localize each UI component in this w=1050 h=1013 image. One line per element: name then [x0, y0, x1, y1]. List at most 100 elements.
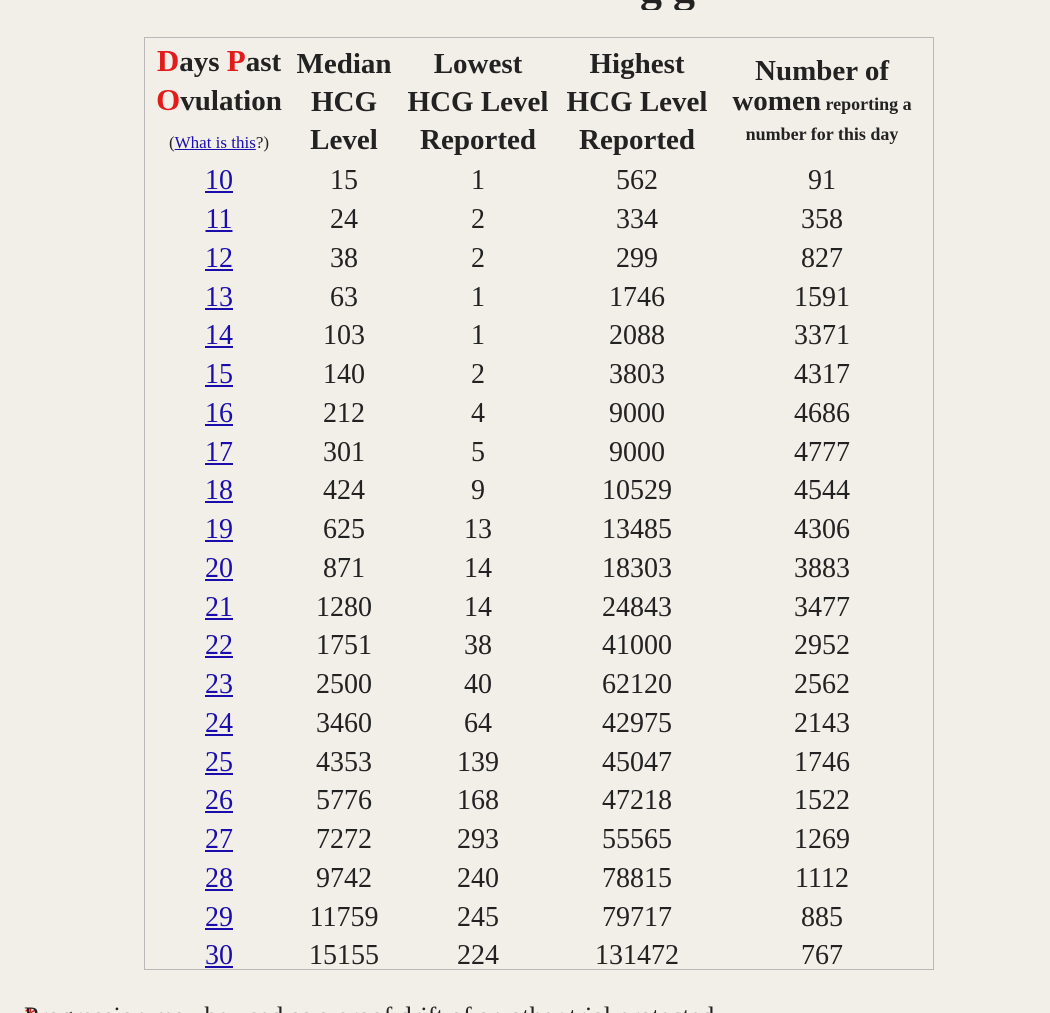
highest-cell: 79717: [602, 901, 672, 933]
median-cell: 1280: [316, 591, 372, 623]
day-cell: 29: [149, 898, 289, 937]
table-row: 26 5776 168 47218 1522: [149, 782, 927, 821]
median-cell: 24: [330, 204, 358, 236]
table-row: 20 871 14 18303 3883: [149, 550, 927, 589]
women-count-cell: 885: [801, 901, 843, 933]
what-is-this-link[interactable]: What is this: [175, 133, 256, 152]
table-row: 29 11759 245 79717 885: [149, 898, 927, 937]
day-link[interactable]: 28: [205, 863, 233, 894]
day-link[interactable]: 30: [205, 940, 233, 971]
women-count-cell: 3371: [794, 320, 850, 352]
table-row: 22 1751 38 41000 2952: [149, 627, 927, 666]
median-cell: 625: [323, 514, 365, 546]
median-cell: 7272: [316, 824, 372, 856]
day-link[interactable]: 18: [205, 475, 233, 506]
day-cell: 11: [149, 201, 289, 240]
women-count-cell: 2952: [794, 630, 850, 662]
day-link[interactable]: 25: [205, 747, 233, 778]
table-row: 27 7272 293 55565 1269: [149, 821, 927, 860]
median-cell: 15: [330, 165, 358, 197]
header-lowest-hcg-level: Lowest HCG Level Reported: [407, 48, 549, 156]
median-cell: 1751: [316, 630, 372, 662]
day-link[interactable]: 10: [205, 165, 233, 196]
day-cell: 30: [149, 937, 289, 976]
day-link[interactable]: 22: [205, 630, 233, 661]
header-days-past-ovulation: Days Past Ovulation (What is this?): [156, 43, 282, 152]
day-link[interactable]: 11: [206, 204, 233, 235]
day-cell: 19: [149, 511, 289, 550]
women-count-cell: 4317: [794, 359, 850, 391]
day-link[interactable]: 20: [205, 553, 233, 584]
day-link[interactable]: 29: [205, 902, 233, 933]
table-row: 19 625 13 13485 4306: [149, 511, 927, 550]
highest-cell: 9000: [609, 436, 665, 468]
day-cell: 23: [149, 666, 289, 705]
lowest-cell: 40: [464, 669, 492, 701]
day-cell: 27: [149, 821, 289, 860]
women-count-cell: 2562: [794, 669, 850, 701]
day-link[interactable]: 12: [205, 243, 233, 274]
lowest-cell: 1: [471, 165, 485, 197]
highest-cell: 24843: [602, 591, 672, 623]
median-cell: 3460: [316, 707, 372, 739]
day-link[interactable]: 13: [205, 282, 233, 313]
women-count-cell: 2143: [794, 707, 850, 739]
lowest-cell: 4: [471, 397, 485, 429]
lowest-cell: 139: [457, 746, 499, 778]
median-cell: 38: [330, 242, 358, 274]
women-count-cell: 1746: [794, 746, 850, 778]
table-row: 14 103 1 2088 3371: [149, 317, 927, 356]
day-link[interactable]: 14: [205, 320, 233, 351]
header-median-hcg-level: Median HCG Level: [296, 48, 392, 156]
day-link[interactable]: 24: [205, 708, 233, 739]
day-link[interactable]: 16: [205, 398, 233, 429]
highest-cell: 10529: [602, 475, 672, 507]
lowest-cell: 13: [464, 514, 492, 546]
hcg-table-container: Days Past Ovulation (What is this?) Medi…: [144, 37, 934, 971]
table-row: 12 38 2 299 827: [149, 240, 927, 279]
day-cell: 12: [149, 240, 289, 279]
table-row: 23 2500 40 62120 2562: [149, 666, 927, 705]
day-cell: 21: [149, 588, 289, 627]
highest-cell: 299: [616, 242, 658, 274]
table-row: 24 3460 64 42975 2143: [149, 705, 927, 744]
day-link[interactable]: 17: [205, 437, 233, 468]
day-cell: 10: [149, 162, 289, 201]
women-count-cell: 1112: [795, 862, 849, 894]
women-count-cell: 827: [801, 242, 843, 274]
day-link[interactable]: 15: [205, 359, 233, 390]
day-link[interactable]: 21: [205, 592, 233, 623]
table-row: 11 24 2 334 358: [149, 201, 927, 240]
lowest-cell: 240: [457, 862, 499, 894]
highest-cell: 2088: [609, 320, 665, 352]
table-row: 21 1280 14 24843 3477: [149, 588, 927, 627]
median-cell: 15155: [309, 940, 379, 972]
lowest-cell: 14: [464, 591, 492, 623]
lowest-cell: 5: [471, 436, 485, 468]
lowest-cell: 224: [457, 940, 499, 972]
lowest-cell: 38: [464, 630, 492, 662]
day-link[interactable]: 27: [205, 824, 233, 855]
day-link[interactable]: 19: [205, 514, 233, 545]
day-cell: 26: [149, 782, 289, 821]
lowest-cell: 1: [471, 320, 485, 352]
lowest-cell: 64: [464, 707, 492, 739]
women-count-cell: 91: [808, 165, 836, 197]
women-count-cell: 1522: [794, 785, 850, 817]
highest-cell: 42975: [602, 707, 672, 739]
day-cell: 17: [149, 433, 289, 472]
women-count-cell: 4544: [794, 475, 850, 507]
header-highest-hcg-level: Highest HCG Level Reported: [566, 48, 708, 156]
day-link[interactable]: 23: [205, 669, 233, 700]
median-cell: 212: [323, 397, 365, 429]
table-row: 15 140 2 3803 4317: [149, 356, 927, 395]
highest-cell: 562: [616, 165, 658, 197]
lowest-cell: 293: [457, 824, 499, 856]
women-count-cell: 1591: [794, 281, 850, 313]
median-cell: 2500: [316, 669, 372, 701]
day-link[interactable]: 26: [205, 785, 233, 816]
median-cell: 424: [323, 475, 365, 507]
day-cell: 16: [149, 395, 289, 434]
highest-cell: 41000: [602, 630, 672, 662]
day-cell: 24: [149, 705, 289, 744]
